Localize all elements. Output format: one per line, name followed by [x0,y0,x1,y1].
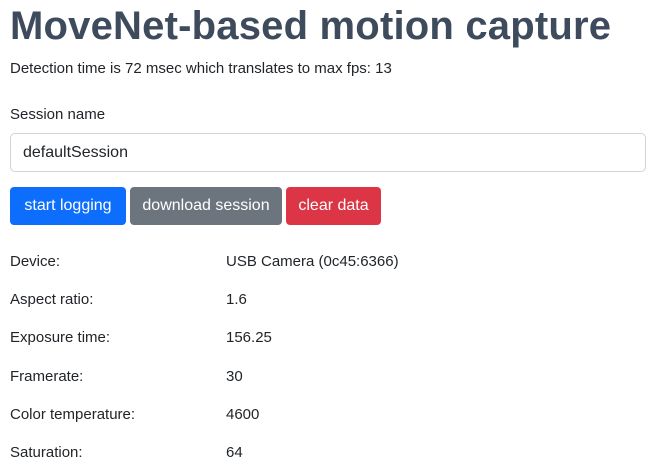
property-label: Exposure time: [10,329,111,347]
property-label: Saturation: [10,443,83,461]
start-logging-button[interactable]: start logging [10,187,126,225]
session-name-label: Session name [10,106,106,123]
property-row-saturation: Saturation: 64 [10,441,646,464]
property-row-framerate: Framerate: 30 [10,365,646,403]
property-value: 30 [226,367,243,385]
page-title: MoveNet-based motion capture [10,4,612,48]
download-session-button[interactable]: download session [130,187,282,225]
property-value: 4600 [226,405,260,423]
property-value: 64 [226,443,243,461]
property-value: 1.6 [226,291,247,309]
property-label: Aspect ratio: [10,291,94,309]
session-name-input[interactable] [10,133,646,172]
property-value: 156.25 [226,329,272,347]
property-row-aspect-ratio: Aspect ratio: 1.6 [10,288,646,326]
camera-properties: Device: USB Camera (0c45:6366) Aspect ra… [10,250,646,464]
property-row-device: Device: USB Camera (0c45:6366) [10,250,646,288]
property-label: Device: [10,253,61,270]
property-row-color-temperature: Color temperature: 4600 [10,403,646,441]
detection-info: Detection time is 72 msec which translat… [10,60,392,77]
property-value: USB Camera (0c45:6366) [226,253,399,270]
property-label: Color temperature: [10,405,136,423]
property-label: Framerate: [10,367,84,385]
action-buttons: start logging download session clear data [10,187,385,225]
property-row-exposure-time: Exposure time: 156.25 [10,326,646,364]
clear-data-button[interactable]: clear data [286,187,381,225]
